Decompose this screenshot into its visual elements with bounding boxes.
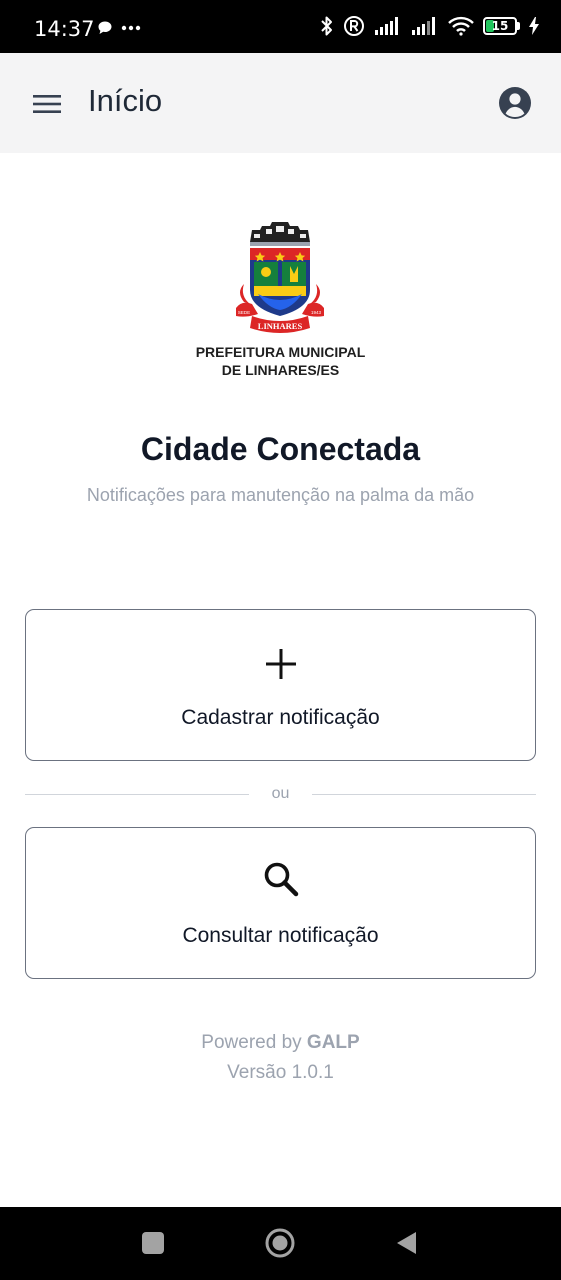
- recents-button[interactable]: [137, 1227, 169, 1259]
- more-dots-icon: [121, 25, 141, 31]
- status-time: 14:37: [34, 17, 95, 41]
- powered-by-brand: GALP: [306, 1032, 360, 1053]
- back-triangle-icon: [397, 1232, 416, 1254]
- powered-by-text: Powered by GALP: [0, 1032, 561, 1054]
- search-notification-button[interactable]: Consultar notificação: [25, 827, 536, 979]
- crest-caption-line1: PREFEITURA MUNICIPAL: [195, 344, 366, 360]
- battery-level: 15: [491, 19, 509, 33]
- status-left-icons: [97, 20, 141, 36]
- back-button[interactable]: [391, 1227, 423, 1259]
- app-title: Cidade Conectada: [140, 431, 421, 467]
- hamburger-menu-icon: [33, 95, 61, 113]
- status-bar: 14:37 15: [0, 0, 561, 53]
- battery-icon: 15: [483, 17, 520, 35]
- chat-bubble-icon: [98, 21, 112, 34]
- crest-caption-line2: DE LINHARES/ES: [221, 362, 340, 378]
- search-notification-label: Consultar notificação: [182, 924, 379, 947]
- account-circle-icon: [499, 87, 531, 119]
- plus-icon: [266, 649, 296, 679]
- status-right-icons: 15: [320, 15, 539, 37]
- page-title: Início: [88, 83, 163, 118]
- crest-year-text: 1943: [311, 310, 322, 315]
- home-button[interactable]: [264, 1227, 296, 1259]
- bluetooth-icon: [321, 16, 332, 36]
- crest-sede-text: SEDE: [238, 310, 250, 315]
- account-button[interactable]: [497, 85, 533, 121]
- home-circle-icon: [265, 1228, 295, 1258]
- search-icon: [264, 862, 299, 897]
- crest-ribbon-text: LINHARES: [258, 321, 303, 331]
- wifi-icon: [448, 16, 474, 36]
- menu-button[interactable]: [28, 85, 66, 123]
- app-version: Versão 1.0.1: [227, 1062, 334, 1083]
- system-nav-bar: [0, 1207, 561, 1280]
- crest-caption: PREFEITURA MUNICIPAL DE LINHARES/ES: [0, 343, 561, 379]
- municipal-crest-logo: LINHARES SEDE 1943: [236, 222, 324, 333]
- powered-by-prefix: Powered by: [201, 1032, 302, 1053]
- signal-icon: [412, 17, 435, 35]
- charging-icon: [529, 17, 539, 35]
- app-bar: Início: [0, 53, 561, 153]
- recents-square-icon: [142, 1232, 164, 1254]
- divider-line-right: [312, 794, 536, 795]
- register-notification-label: Cadastrar notificação: [181, 706, 380, 729]
- app-subtitle: Notificações para manutenção na palma da…: [86, 485, 475, 505]
- register-notification-button[interactable]: Cadastrar notificação: [25, 609, 536, 761]
- signal-icon: [375, 17, 398, 35]
- registered-icon: [344, 16, 364, 36]
